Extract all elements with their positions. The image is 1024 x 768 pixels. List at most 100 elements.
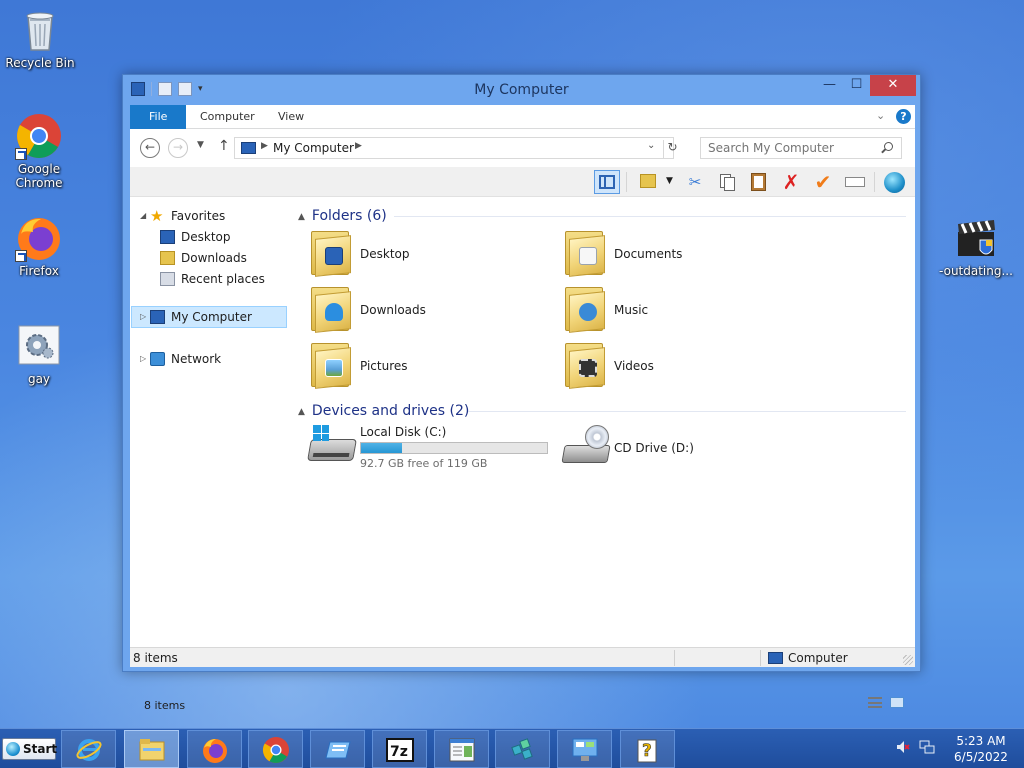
desktop-icon-label: -outdating... (939, 264, 1013, 278)
taskbar-7zip[interactable]: 7z (372, 730, 427, 768)
taskbar-firefox[interactable] (187, 730, 242, 768)
paste-button[interactable] (746, 170, 772, 194)
drive-item-local-disk-c[interactable]: Local Disk (C:) 92.7 GB free of 119 GB (307, 425, 559, 477)
shortcut-arrow-icon (15, 148, 27, 160)
select-button[interactable]: ✔ (810, 170, 836, 194)
volume-muted-icon[interactable] (895, 739, 911, 755)
content-area: ◢ ★ Favorites Desktop Downloads Recent p… (130, 197, 915, 712)
folder-item-pictures[interactable]: Pictures (309, 341, 559, 393)
desktop-icon-google-chrome[interactable]: Google Chrome (0, 112, 79, 190)
rename-button[interactable] (842, 170, 868, 194)
desktop-icon-label: Google Chrome (15, 162, 63, 190)
desktop-icon (160, 230, 175, 244)
nav-item-recent-places[interactable]: Recent places (160, 269, 285, 289)
desktop-icon-recycle-bin[interactable]: Recycle Bin (0, 6, 80, 70)
resize-grip[interactable] (903, 655, 913, 665)
forward-button[interactable]: → (168, 138, 188, 158)
nav-item-my-computer[interactable]: ▷ My Computer (140, 307, 280, 327)
status-bar: 8 items Computer (130, 647, 915, 667)
documents-folder-icon (563, 229, 607, 277)
network-globe-button[interactable] (882, 170, 908, 194)
tab-view[interactable]: View (266, 105, 316, 129)
drive-item-cd-drive-d[interactable]: CD Drive (D:) (561, 425, 813, 477)
nav-label: Recent places (181, 272, 265, 286)
breadcrumb-my-computer[interactable]: My Computer (273, 141, 354, 155)
start-button[interactable]: Start (2, 738, 57, 760)
expanded-triangle-icon[interactable]: ◢ (140, 206, 146, 226)
help-icon[interactable]: ? (896, 109, 911, 124)
nav-item-desktop[interactable]: Desktop (160, 227, 280, 247)
expand-ribbon-chevron-icon[interactable]: ⌄ (876, 109, 885, 122)
command-toolbar: ▼ ✂ ✗ ✔ (130, 167, 915, 197)
desktop-folder-icon (309, 229, 353, 277)
cut-button[interactable]: ✂ (682, 170, 708, 194)
address-history-chevron-icon[interactable]: ⌄ (647, 140, 655, 151)
folder-item-videos[interactable]: Videos (563, 341, 813, 393)
chevron-down-icon[interactable]: ▼ (666, 176, 673, 186)
copy-button[interactable] (714, 170, 740, 194)
breadcrumb-separator-icon[interactable]: ▶ (261, 141, 268, 151)
rename-icon (845, 177, 865, 187)
folder-item-documents[interactable]: Documents (563, 229, 813, 281)
desktop-icon-firefox[interactable]: Firefox (0, 214, 79, 278)
refresh-icon[interactable]: ↻ (663, 140, 681, 158)
close-button[interactable]: ✕ (870, 75, 916, 96)
clock-date: 6/5/2022 (954, 750, 1008, 764)
drive-name: Local Disk (C:) (360, 425, 447, 439)
collapse-triangle-icon[interactable]: ▲ (298, 212, 305, 222)
layout-pane-button[interactable] (594, 170, 620, 194)
nav-item-downloads[interactable]: Downloads (160, 248, 280, 268)
collapsed-triangle-icon[interactable]: ▷ (140, 307, 146, 327)
nav-item-favorites[interactable]: ◢ ★ Favorites (140, 206, 280, 226)
back-button[interactable]: ← (140, 138, 160, 158)
control-panel-icon (572, 738, 598, 761)
taskbar-registry-editor[interactable] (495, 730, 550, 768)
svg-text:?: ? (642, 741, 652, 761)
divider (468, 411, 906, 412)
breadcrumb-separator-icon[interactable]: ▶ (355, 141, 362, 151)
folder-item-music[interactable]: Music (563, 285, 813, 337)
nav-label: Network (171, 352, 222, 366)
folder-item-desktop[interactable]: Desktop (309, 229, 559, 281)
divider (674, 650, 675, 666)
delete-x-icon: ✗ (782, 170, 800, 194)
downloads-folder-icon (309, 285, 353, 333)
collapsed-triangle-icon[interactable]: ▷ (140, 349, 146, 369)
folder-options-button[interactable] (636, 170, 662, 194)
folder-item-downloads[interactable]: Downloads (309, 285, 559, 337)
search-box[interactable] (700, 137, 902, 159)
search-icon[interactable] (884, 142, 893, 151)
collapse-triangle-icon[interactable]: ▲ (298, 407, 305, 417)
desktop-icon-outdating[interactable]: -outdating... (936, 214, 1016, 278)
tab-file[interactable]: File (130, 105, 187, 129)
window-title: My Computer (474, 82, 569, 98)
group-header-folders[interactable]: ▲ Folders (6) (298, 206, 387, 226)
clock[interactable]: 5:23 AM 6/5/2022 (952, 733, 1010, 765)
details-view-icon[interactable] (868, 697, 882, 708)
nav-item-network[interactable]: ▷ Network (140, 349, 280, 369)
address-bar[interactable]: ▶ My Computer ▶ ⌄ ↻ (234, 137, 678, 159)
taskbar-notepad[interactable] (434, 730, 489, 768)
explorer-window: ▾ My Computer — ☐ ✕ File Computer View ⌄… (122, 74, 921, 712)
minimize-button[interactable]: — (816, 75, 843, 96)
up-arrow-icon[interactable]: ↑ (218, 138, 230, 154)
network-status-icon[interactable] (919, 739, 935, 755)
tiles-view-icon[interactable] (890, 697, 904, 708)
taskbar-control-panel[interactable] (557, 730, 612, 768)
taskbar-remote-desktop[interactable] (310, 730, 365, 768)
recent-locations-chevron-icon[interactable]: ▼ (197, 140, 204, 150)
tab-computer[interactable]: Computer (188, 105, 267, 129)
taskbar-file-explorer[interactable] (124, 730, 179, 768)
group-header-devices[interactable]: ▲ Devices and drives (2) (298, 401, 469, 421)
taskbar-internet-explorer[interactable] (61, 730, 116, 768)
search-input[interactable] (701, 138, 876, 158)
maximize-button[interactable]: ☐ (843, 75, 870, 96)
taskbar-chrome[interactable] (248, 730, 303, 768)
delete-button[interactable]: ✗ (778, 170, 804, 194)
desktop-icon-gay[interactable]: gay (0, 322, 79, 386)
svg-text:7z: 7z (390, 744, 408, 760)
shortcut-arrow-icon (15, 250, 27, 262)
network-icon (150, 352, 165, 366)
taskbar-help[interactable]: ? (620, 730, 675, 768)
title-bar[interactable]: ▾ My Computer — ☐ ✕ (123, 75, 920, 105)
